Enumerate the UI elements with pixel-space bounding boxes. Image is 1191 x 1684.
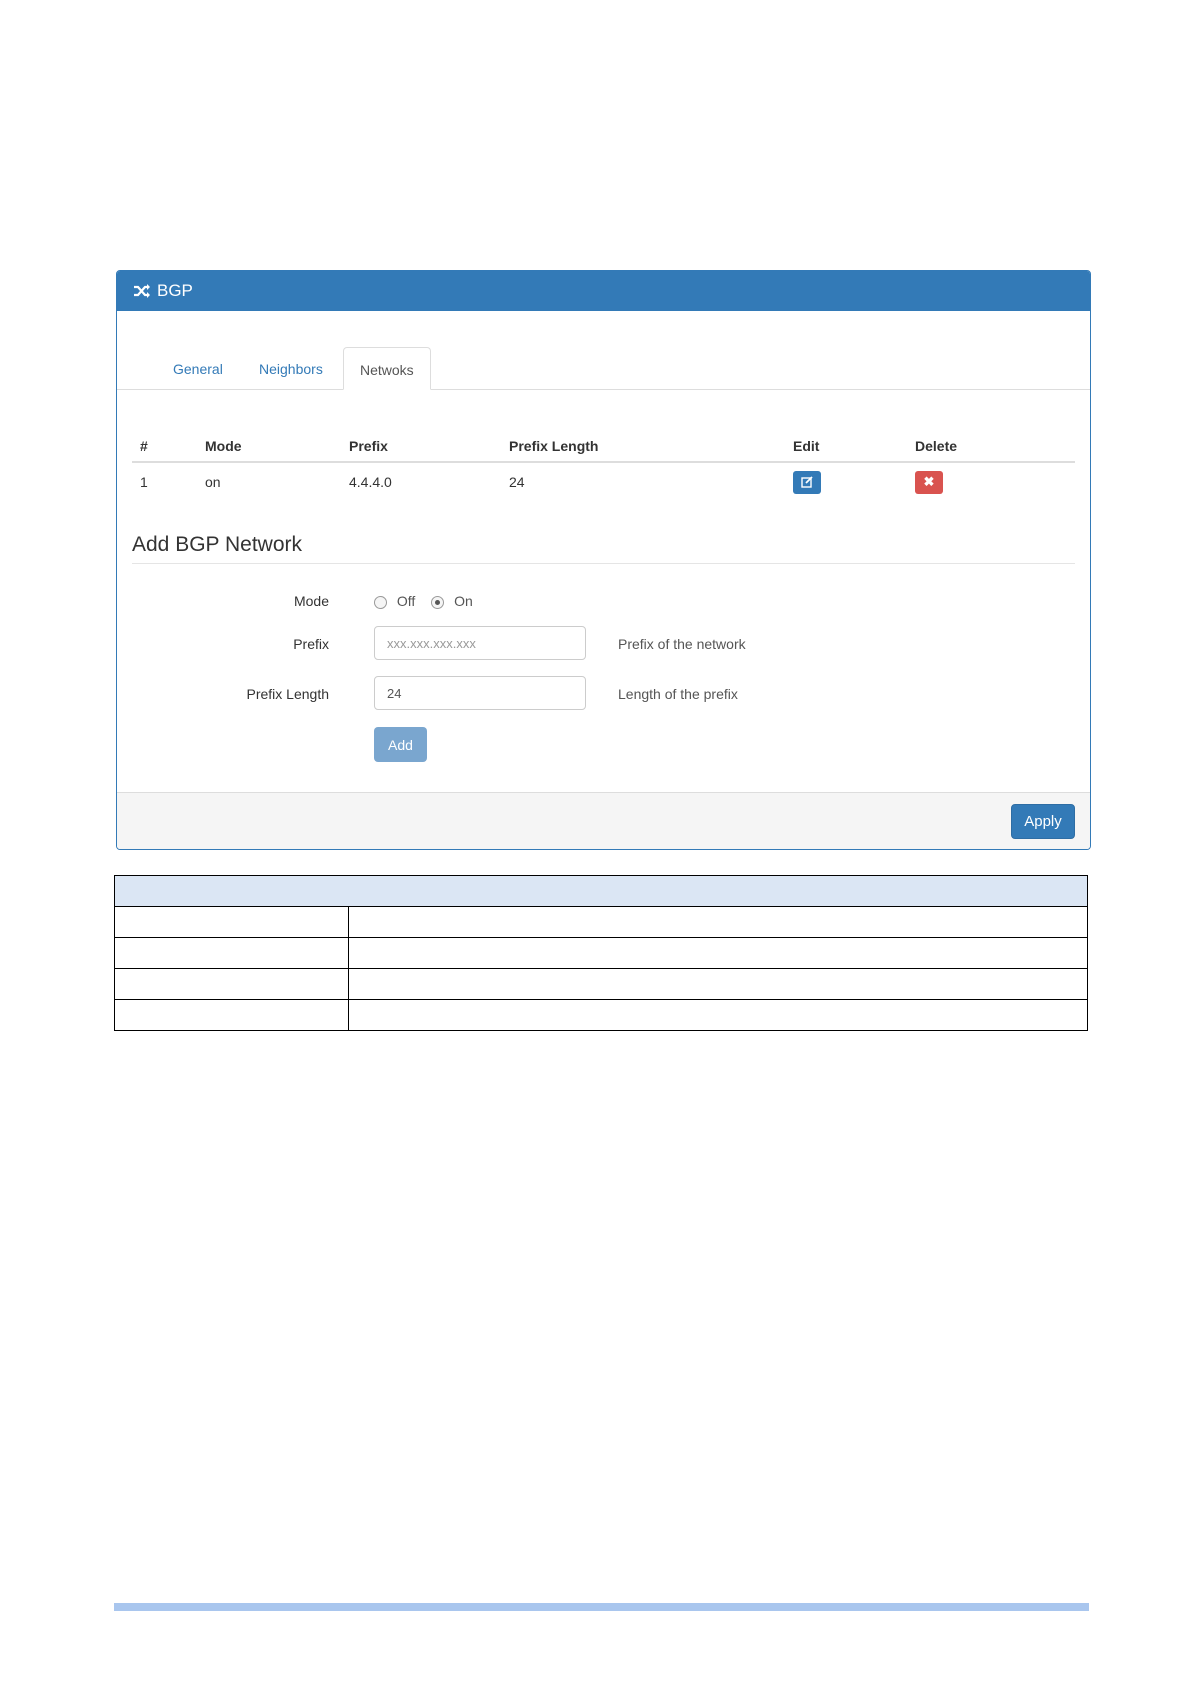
cell-edit	[785, 462, 907, 501]
cell-index: 1	[140, 474, 148, 490]
panel-footer: Apply	[117, 792, 1090, 849]
page-footer-rule	[114, 1603, 1089, 1611]
tab-general[interactable]: General	[173, 347, 223, 389]
cell-prefix: 4.4.4.0	[349, 474, 392, 490]
cell-prefix-length: 24	[509, 474, 525, 490]
mode-label: Mode	[293, 593, 329, 609]
panel-title: BGP	[157, 281, 193, 300]
table-row	[114, 968, 1088, 1000]
document-table-cell	[114, 968, 349, 1000]
prefix-length-label: Prefix Length	[246, 686, 330, 702]
prefix-label: Prefix	[293, 636, 329, 652]
mode-radio-group: Off On	[374, 593, 473, 609]
table-row	[114, 906, 1088, 938]
column-header-prefix: Prefix	[341, 431, 501, 463]
table-header-row: # Mode Prefix Prefix Length Edit Delete	[132, 431, 1075, 463]
mode-off-label: Off	[396, 593, 416, 609]
document-table-header-cell	[114, 875, 1088, 907]
cell-mode: on	[205, 474, 221, 490]
mode-on-label: On	[454, 593, 473, 609]
document-table-cell	[114, 906, 349, 938]
delete-button[interactable]: ✖	[915, 470, 943, 494]
add-network-heading: Add BGP Network	[132, 533, 1075, 564]
prefix-length-help: Length of the prefix	[618, 686, 738, 702]
prefix-length-input[interactable]	[374, 676, 586, 710]
prefix-help: Prefix of the network	[618, 636, 746, 652]
column-header-edit: Edit	[785, 431, 907, 463]
document-table-cell	[348, 999, 1088, 1031]
tab-bar: General Neighbors Netwoks	[117, 347, 1090, 390]
edit-icon	[800, 476, 813, 488]
tab-networks[interactable]: Netwoks	[343, 347, 431, 390]
mode-on-radio[interactable]	[431, 595, 445, 609]
edit-button[interactable]	[793, 470, 821, 494]
table-row: 1 on 4.4.4.0 24 ✖	[132, 462, 1075, 501]
prefix-input[interactable]	[374, 626, 586, 660]
table-row	[114, 999, 1088, 1031]
document-table-cell	[114, 937, 349, 969]
document-table-cell	[348, 937, 1088, 969]
apply-button[interactable]: Apply	[1011, 804, 1075, 839]
document-table-cell	[114, 999, 349, 1031]
document-table	[114, 875, 1088, 1031]
bgp-panel: BGP General Neighbors Netwoks # Mode Pre…	[116, 270, 1091, 850]
document-table-cell	[348, 906, 1088, 938]
random-icon	[134, 284, 150, 298]
panel-heading: BGP	[117, 271, 1090, 311]
close-icon: ✖	[923, 474, 935, 489]
column-header-index: #	[132, 431, 197, 463]
column-header-prefix-length: Prefix Length	[501, 431, 785, 463]
document-table-cell	[348, 968, 1088, 1000]
add-button[interactable]: Add	[374, 727, 427, 762]
tab-neighbors[interactable]: Neighbors	[259, 347, 323, 389]
networks-table: # Mode Prefix Prefix Length Edit Delete …	[132, 431, 1075, 501]
column-header-delete: Delete	[907, 431, 1075, 463]
document-table-header	[114, 875, 1088, 907]
table-row	[114, 937, 1088, 969]
cell-delete: ✖	[907, 462, 1075, 501]
column-header-mode: Mode	[197, 431, 341, 463]
mode-off-radio[interactable]	[374, 595, 387, 609]
